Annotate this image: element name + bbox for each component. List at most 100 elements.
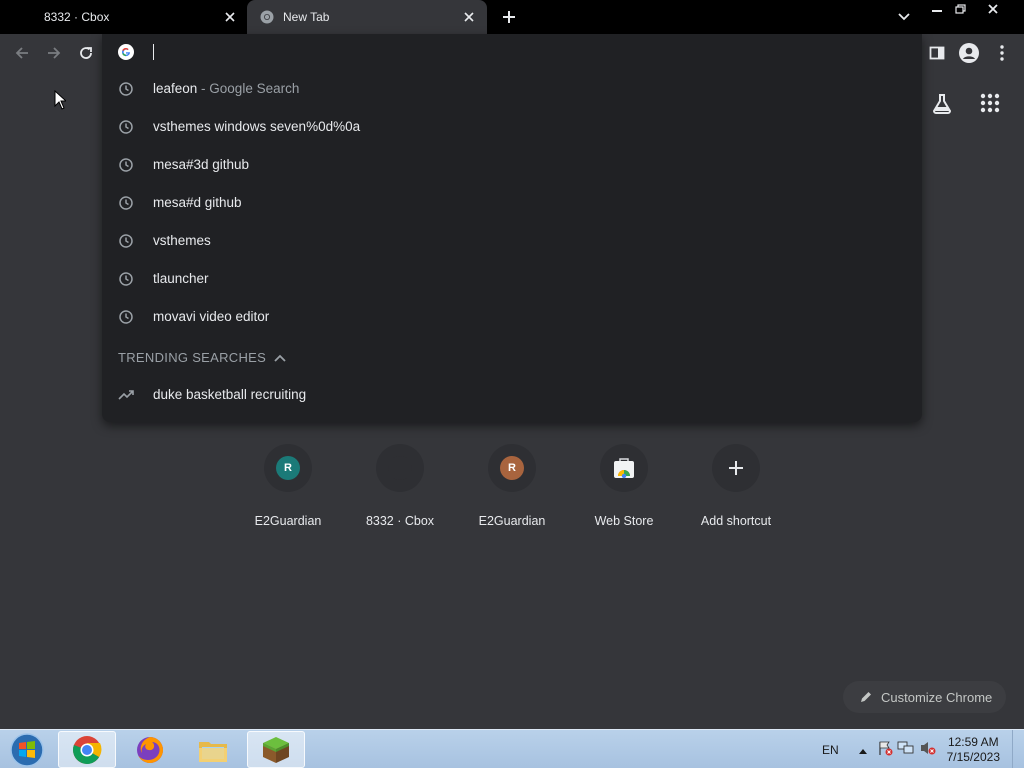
suggestion-item[interactable]: mesa#d github [102,184,922,222]
shortcut-e2guardian[interactable]: R E2Guardian [232,444,344,528]
forward-button[interactable] [43,42,65,64]
suggestion-text: leafeon [153,81,198,96]
tab-title: New Tab [283,10,330,24]
history-clock-icon [118,309,134,325]
history-clock-icon [118,271,134,287]
show-hidden-icons-button[interactable] [858,743,867,757]
close-icon [988,3,998,14]
suggestion-text: mesa#3d github [153,157,250,172]
reload-button[interactable] [75,42,97,64]
taskbar-firefox[interactable] [121,731,179,768]
shortcut-label: E2Guardian [478,514,546,528]
language-indicator[interactable]: EN [822,743,839,757]
suggestion-text: mesa#d github [153,195,242,210]
system-tray: EN 12:59 AM 7/15/2023 [822,730,1024,768]
suggestion-item[interactable]: vsthemes windows seven%0d%0a [102,108,922,146]
shortcut-tile [712,444,760,492]
window-controls [926,0,1012,18]
omnibox[interactable] [102,34,922,70]
shortcut-cbox[interactable]: 8332 · Cbox [344,444,456,528]
customize-label: Customize Chrome [881,689,993,705]
close-window-button[interactable] [974,0,1012,17]
labs-button[interactable] [930,92,954,116]
suggestion-item[interactable]: tlauncher [102,260,922,298]
trending-text: duke basketball recruiting [153,387,307,402]
windows-orb-icon [10,732,44,767]
chrome-icon [260,10,274,24]
grass-block-icon [263,736,289,763]
suggestion-text: vsthemes windows seven%0d%0a [153,119,361,134]
menu-button[interactable] [991,42,1013,64]
close-icon[interactable] [461,9,477,25]
trending-arrow-icon [118,387,134,403]
tab-cbox[interactable]: 8332 · Cbox [0,0,246,34]
shortcut-tile: R [264,444,312,492]
shortcut-web-store[interactable]: Web Store [568,444,680,528]
shortcut-tile: R [488,444,536,492]
shortcut-tile [376,444,424,492]
profile-button[interactable] [958,42,980,64]
suggestion-item[interactable]: leafeon - Google Search [102,70,922,108]
folder-icon [199,741,227,762]
minimize-icon [932,9,942,12]
taskbar: EN 12:59 AM 7/15/2023 [0,729,1024,768]
shortcut-label: Add shortcut [700,514,772,528]
trending-header-label: TRENDING SEARCHES [118,350,267,365]
arrow-left-icon [15,47,28,59]
customize-chrome-button[interactable]: Customize Chrome [843,681,1006,713]
tab-new-tab[interactable]: New Tab [247,0,487,34]
taskbar-chrome[interactable] [58,731,116,768]
chrome-icon [72,735,102,764]
new-tab-button[interactable] [499,7,519,27]
tab-title: 8332 · Cbox [44,10,110,24]
arrow-right-icon [48,47,61,59]
suggestion-text: movavi video editor [153,309,270,324]
clock[interactable]: 12:59 AM 7/15/2023 [947,735,1000,765]
side-panel-button[interactable] [926,42,948,64]
flask-icon [932,94,952,114]
close-icon[interactable] [222,9,238,25]
text-caret [153,44,154,60]
taskbar-explorer[interactable] [184,731,242,768]
apps-grid-icon [980,93,1000,113]
shortcut-e2guardian-2[interactable]: R E2Guardian [456,444,568,528]
plus-icon [503,11,515,23]
suggestion-item[interactable]: mesa#3d github [102,146,922,184]
trending-item[interactable]: duke basketball recruiting [102,376,922,414]
action-center-icon[interactable] [877,740,893,759]
trending-header[interactable]: TRENDING SEARCHES [118,350,286,365]
mouse-cursor-icon [54,90,66,110]
chevron-up-icon [274,354,286,362]
google-g-icon [118,44,134,60]
start-button[interactable] [6,731,48,768]
show-desktop-button[interactable] [1012,730,1024,768]
omnibox-input[interactable] [152,40,892,64]
web-store-icon [614,458,634,479]
suggestion-text: vsthemes [153,233,211,248]
restore-button[interactable] [950,0,972,17]
clock-time: 12:59 AM [947,734,999,749]
reload-icon [80,47,92,59]
shortcut-favicon: R [500,456,524,480]
taskbar-minecraft[interactable] [247,731,305,768]
add-shortcut-button[interactable]: Add shortcut [680,444,792,528]
pencil-icon [861,692,871,702]
back-button[interactable] [11,42,33,64]
suggestion-item[interactable]: vsthemes [102,222,922,260]
suggestion-item[interactable]: movavi video editor [102,298,922,336]
history-clock-icon [118,195,134,211]
tab-search-button[interactable] [895,8,913,26]
minimize-button[interactable] [926,0,948,17]
omnibox-dropdown: leafeon - Google Search vsthemes windows… [102,34,922,422]
google-apps-button[interactable] [980,93,1002,115]
shortcut-favicon: R [276,456,300,480]
chevron-down-icon [898,13,910,21]
history-clock-icon [118,119,134,135]
shortcut-tile [600,444,648,492]
history-clock-icon [118,81,134,97]
volume-icon[interactable] [919,740,937,759]
network-icon[interactable] [897,740,915,759]
history-clock-icon [118,157,134,173]
clock-date: 7/15/2023 [946,749,1000,764]
avatar-icon [959,43,979,63]
